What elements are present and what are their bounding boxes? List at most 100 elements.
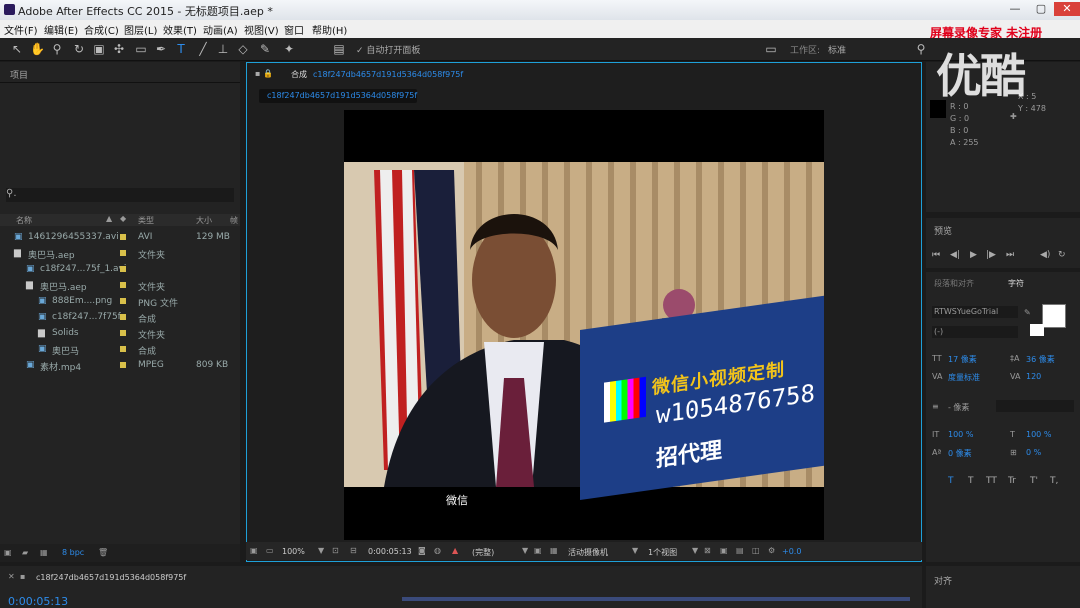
selection-tool-icon[interactable]: ↖ (10, 42, 24, 56)
faux-italic-button[interactable]: T (968, 476, 974, 486)
time-navigator[interactable] (402, 597, 910, 601)
snap-icon[interactable]: ▭ (764, 42, 778, 56)
baseline-shift-value[interactable]: 0 像素 (948, 448, 972, 459)
brush-tool-icon[interactable]: ╱ (196, 42, 210, 56)
hand-tool-icon[interactable]: ✋ (30, 42, 45, 56)
stroke-mode-select[interactable] (996, 400, 1074, 412)
menu-animation[interactable]: 动画(A) (203, 22, 238, 37)
label-color-swatch[interactable] (120, 234, 126, 240)
project-item[interactable]: ▣ 素材.mp4 MPEG 809 KB (0, 358, 240, 374)
view-layout-select[interactable]: 1个视图 (648, 547, 677, 558)
label-color-swatch[interactable] (120, 298, 126, 304)
search-help-icon[interactable]: ⚲ (914, 42, 928, 56)
stamp-tool-icon[interactable]: ⊥ (216, 42, 230, 56)
workspace-select[interactable]: 标准 (828, 43, 846, 56)
rotate-tool-icon[interactable]: ↻ (72, 42, 86, 56)
comp-breadcrumb[interactable]: c18f247db4657d191d5364d058f975f (259, 89, 417, 103)
label-color-swatch[interactable] (120, 250, 126, 256)
align-panel-title[interactable]: 对齐 (934, 574, 952, 587)
minimize-button[interactable]: — (1002, 2, 1028, 16)
timeline-current-time[interactable]: 0:00:05:13 (8, 595, 68, 608)
maximize-button[interactable]: ▢ (1028, 2, 1054, 16)
vertical-scale-value[interactable]: 100 % (948, 430, 973, 439)
interpret-footage-icon[interactable]: ▣ (4, 548, 12, 557)
kerning-value[interactable]: 度量标准 (948, 372, 980, 383)
grid-icon[interactable]: ⊡ (332, 546, 339, 555)
audio-icon[interactable]: ◀) (1040, 250, 1050, 260)
mask-tool-icon[interactable]: ▭ (134, 42, 148, 56)
new-comp-icon[interactable]: ▦ (40, 548, 48, 557)
transparency-grid-icon[interactable]: ▦ (550, 546, 558, 555)
superscript-button[interactable]: T' (1030, 476, 1038, 486)
panel-toggle-icon[interactable]: ▤ (332, 42, 346, 56)
type-tool-icon[interactable]: T (174, 42, 188, 56)
bit-depth-button[interactable]: 8 bpc (62, 548, 84, 557)
leading-value[interactable]: 36 像素 (1026, 354, 1055, 365)
play-button[interactable]: ▶ (970, 250, 977, 260)
font-size-value[interactable]: 17 像素 (948, 354, 977, 365)
project-item[interactable]: ▣ 1461296455337.avi AVI 129 MB (0, 230, 240, 246)
show-channel-icon[interactable]: ◍ (434, 546, 441, 555)
timeline-comp-tab[interactable]: c18f247db4657d191d5364d058f975f (36, 573, 186, 582)
menu-effect[interactable]: 效果(T) (163, 22, 197, 37)
color-channel-icon[interactable]: ▲ (452, 546, 458, 555)
tab-character[interactable]: 字符 (1008, 278, 1024, 289)
label-color-swatch[interactable] (120, 346, 126, 352)
font-style-select[interactable]: (-) (932, 326, 1018, 338)
label-color-swatch[interactable] (120, 362, 126, 368)
tab-paragraph-align[interactable]: 段落和对齐 (934, 278, 974, 289)
project-item[interactable]: ▆ Solids 文件夹 (0, 326, 240, 342)
fast-preview-icon[interactable]: ▣ (720, 546, 728, 555)
label-color-swatch[interactable] (120, 314, 126, 320)
project-item[interactable]: ▆ 奥巴马.aep 文件夹 (0, 246, 240, 262)
stroke-color-swatch[interactable] (1030, 324, 1044, 336)
project-item[interactable]: ▣ 888Em....png PNG 文件 (0, 294, 240, 310)
faux-bold-button[interactable]: T (948, 476, 954, 486)
pen-tool-icon[interactable]: ✒ (154, 42, 168, 56)
comp-name-tab[interactable]: c18f247db4657d191d5364d058f975f (313, 70, 463, 79)
display-icon[interactable]: ▭ (266, 546, 274, 555)
eyedropper-icon[interactable]: ✎ (1024, 308, 1031, 317)
project-item[interactable]: ▣ c18f247...75f_1.avi (0, 262, 240, 278)
last-frame-button[interactable]: ⏭ (1006, 250, 1014, 260)
timeline-icon[interactable]: ▤ (736, 546, 744, 555)
puppet-tool-icon[interactable]: ✦ (282, 42, 296, 56)
all-caps-button[interactable]: TT (986, 476, 997, 486)
menu-file[interactable]: 文件(F) (4, 22, 38, 37)
menu-help[interactable]: 帮助(H) (312, 22, 347, 37)
tsume-value[interactable]: 0 % (1026, 448, 1041, 457)
label-color-swatch[interactable] (120, 282, 126, 288)
font-family-select[interactable]: RTWSYueGoTrial (932, 306, 1018, 318)
menu-layer[interactable]: 图层(L) (124, 22, 157, 37)
camera-view-select[interactable]: 活动摄像机 (568, 547, 608, 558)
stroke-width-value[interactable]: - 像素 (948, 402, 969, 413)
always-preview-icon[interactable]: ▣ (250, 546, 258, 555)
mask-visibility-icon[interactable]: ⊟ (350, 546, 357, 555)
column-name[interactable]: 名称 (16, 215, 32, 226)
menu-edit[interactable]: 编辑(E) (44, 22, 78, 37)
column-size[interactable]: 大小 (196, 215, 212, 226)
column-type[interactable]: 类型 (138, 215, 154, 226)
trash-icon[interactable]: 🗑 (98, 548, 108, 557)
pan-behind-tool-icon[interactable]: ✣ (112, 42, 126, 56)
menu-view[interactable]: 视图(V) (244, 22, 279, 37)
project-panel-title[interactable]: 项目 (10, 68, 28, 81)
eraser-tool-icon[interactable]: ◇ (236, 42, 250, 56)
zoom-select[interactable]: 100% (282, 547, 305, 556)
project-item[interactable]: ▆ 奥巴马.aep 文件夹 (0, 278, 240, 294)
fill-color-swatch[interactable] (1042, 304, 1066, 328)
settings-gear-icon[interactable]: ⚙ (768, 546, 775, 555)
timeline-close-icon[interactable]: ✕ (8, 572, 15, 581)
loop-icon[interactable]: ↻ (1058, 250, 1066, 260)
auto-open-checkbox[interactable]: ✓ 自动打开面板 (356, 43, 420, 56)
horizontal-scale-value[interactable]: 100 % (1026, 430, 1051, 439)
subscript-button[interactable]: T, (1050, 476, 1058, 486)
resolution-select[interactable]: (完整) (472, 547, 494, 558)
toggle-pixel-icon[interactable]: ⊠ (704, 546, 711, 555)
menu-window[interactable]: 窗口 (284, 22, 304, 37)
current-time-display[interactable]: 0:00:05:13 (368, 547, 412, 556)
project-item[interactable]: ▣ c18f247...7f75f 合成 (0, 310, 240, 326)
first-frame-button[interactable]: ⏮ (932, 250, 940, 260)
next-frame-button[interactable]: |▶ (986, 250, 996, 260)
camera-tool-icon[interactable]: ▣ (92, 42, 106, 56)
